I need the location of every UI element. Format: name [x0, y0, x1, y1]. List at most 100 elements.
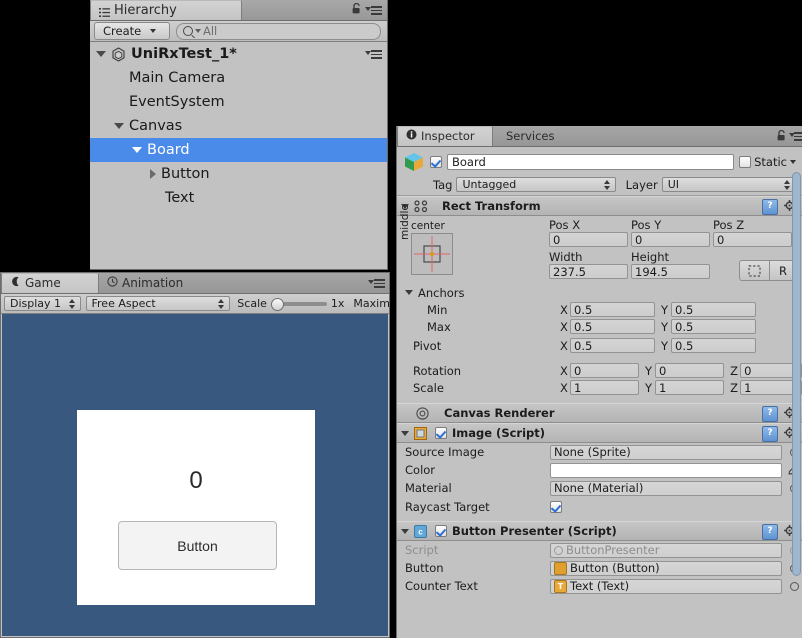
- object-name-field[interactable]: Board: [447, 154, 735, 170]
- hierarchy-tree: UniRxTest_1* Main Camera EventSystem Canvas…: [90, 42, 387, 210]
- material-field[interactable]: None (Material): [550, 480, 782, 496]
- scale-slider-group[interactable]: Scale 1x: [237, 297, 344, 311]
- pivot-y-value: 0.5: [675, 338, 694, 353]
- foldout-triangle-down-icon[interactable]: [114, 123, 124, 129]
- tab-animation[interactable]: Animation: [99, 273, 214, 293]
- static-toggle-group[interactable]: Static: [739, 155, 796, 169]
- pos-x-label: Pos X: [549, 218, 581, 232]
- lock-icon[interactable]: [352, 2, 361, 14]
- static-checkbox[interactable]: [739, 156, 752, 168]
- info-icon: [406, 127, 417, 146]
- game-menu-icon[interactable]: [368, 279, 385, 288]
- width-value: 237.5: [553, 264, 586, 279]
- anchor-max-x-input[interactable]: 0.5: [570, 319, 655, 334]
- hierarchy-item-label: EventSystem: [129, 94, 225, 110]
- inspector-menu-icon[interactable]: [789, 132, 802, 141]
- gameobject-cube-icon: [403, 151, 425, 173]
- layer-dropdown[interactable]: UI: [661, 177, 796, 192]
- hierarchy-item-board[interactable]: Board: [90, 138, 387, 162]
- counter-text: 0: [189, 467, 203, 494]
- anchors-foldout[interactable]: Anchors: [397, 284, 802, 301]
- height-input[interactable]: 194.5: [631, 264, 710, 279]
- pivot-y-input[interactable]: 0.5: [671, 338, 756, 353]
- hierarchy-item-unirxtest-1-[interactable]: UniRxTest_1*: [90, 42, 387, 66]
- source-image-field[interactable]: None (Sprite): [550, 444, 782, 460]
- rotation-y-input[interactable]: 0: [655, 363, 725, 378]
- help-icon[interactable]: ?: [762, 524, 778, 540]
- tab-hierarchy[interactable]: Hierarchy: [90, 0, 242, 20]
- foldout-triangle-down-icon[interactable]: [132, 147, 142, 153]
- maximize-on-play-button[interactable]: Maximi: [353, 297, 389, 310]
- chevron-down-icon[interactable]: [790, 160, 796, 164]
- button-ref-field[interactable]: Button (Button): [550, 560, 782, 576]
- tag-dropdown[interactable]: Untagged: [456, 177, 616, 192]
- tab-game[interactable]: Game: [1, 273, 99, 293]
- help-icon[interactable]: ?: [762, 199, 778, 215]
- rotation-y-value: 0: [659, 363, 667, 378]
- component-header-image-script[interactable]: Image (Script) ?: [397, 423, 802, 443]
- search-input[interactable]: All: [176, 22, 381, 40]
- width-input[interactable]: 237.5: [549, 264, 628, 279]
- scene-context-menu-icon[interactable]: [365, 50, 382, 59]
- script-row: Script ButtonPresenter: [397, 541, 802, 559]
- button-presenter-enabled-checkbox[interactable]: [435, 525, 447, 537]
- component-title: Button Presenter (Script): [452, 524, 617, 538]
- scale-slider-knob[interactable]: [270, 297, 284, 311]
- search-filter-chevron-icon[interactable]: [195, 29, 201, 33]
- foldout-triangle-icon[interactable]: [405, 290, 413, 295]
- anchor-min-x-input[interactable]: 0.5: [570, 302, 655, 317]
- hierarchy-item-button[interactable]: Button: [90, 162, 387, 186]
- scale-y-input[interactable]: 1: [655, 380, 725, 395]
- color-swatch-field[interactable]: [550, 462, 782, 478]
- game-view[interactable]: 0 Button: [2, 314, 388, 636]
- anchor-max-y-input[interactable]: 0.5: [671, 319, 756, 334]
- scale-x-input[interactable]: 1: [570, 380, 640, 395]
- anchor-preset-vertical-label: middle: [399, 204, 411, 240]
- hierarchy-item-canvas[interactable]: Canvas: [90, 114, 387, 138]
- hierarchy-item-text[interactable]: Text: [90, 186, 387, 210]
- pivot-x-input[interactable]: 0.5: [570, 338, 655, 353]
- object-active-checkbox[interactable]: [430, 156, 442, 168]
- tab-services[interactable]: Services: [493, 126, 581, 146]
- tab-hierarchy-label: Hierarchy: [114, 3, 177, 18]
- foldout-triangle-right-icon[interactable]: [150, 169, 156, 179]
- create-button[interactable]: Create: [94, 22, 170, 40]
- inspector-scrollbar-thumb[interactable]: [792, 172, 801, 576]
- component-header-button-presenter[interactable]: c Button Presenter (Script) ?: [397, 521, 802, 541]
- foldout-triangle-icon[interactable]: [401, 528, 409, 534]
- scale-slider[interactable]: [270, 297, 327, 311]
- anchor-min-y-input[interactable]: 0.5: [671, 302, 756, 317]
- tab-inspector[interactable]: Inspector: [397, 126, 493, 146]
- component-header-canvas-renderer[interactable]: Canvas Renderer ?: [397, 403, 802, 423]
- hierarchy-menu-icon[interactable]: [365, 6, 382, 15]
- cs-script-icon: c: [414, 524, 427, 538]
- component-header-rect-transform[interactable]: Rect Transform ?: [397, 196, 802, 216]
- display-dropdown-label: Display 1: [10, 297, 62, 310]
- inspector-tabbar: Inspector Services: [397, 126, 802, 147]
- help-icon[interactable]: ?: [762, 406, 778, 422]
- hierarchy-item-main-camera[interactable]: Main Camera: [90, 66, 387, 90]
- pos-x-input[interactable]: 0: [549, 232, 628, 247]
- source-image-label: Source Image: [405, 445, 485, 459]
- inspector-scrollbar[interactable]: [792, 172, 801, 602]
- search-icon: [183, 26, 193, 36]
- pos-z-input[interactable]: 0: [713, 232, 792, 247]
- lock-icon[interactable]: [777, 129, 786, 141]
- foldout-triangle-down-icon[interactable]: [96, 51, 106, 57]
- pos-y-input[interactable]: 0: [631, 232, 710, 247]
- ui-button[interactable]: Button: [118, 521, 277, 570]
- blueprint-raw-toggle-group[interactable]: R: [739, 260, 797, 281]
- foldout-triangle-icon[interactable]: [401, 430, 409, 436]
- image-enabled-checkbox[interactable]: [435, 427, 447, 439]
- anchor-preset-widget[interactable]: [411, 233, 453, 275]
- help-icon[interactable]: ?: [762, 426, 778, 442]
- aspect-dropdown[interactable]: Free Aspect: [85, 296, 231, 311]
- counter-text-ref-field[interactable]: T Text (Text): [550, 578, 782, 594]
- rotation-x-input[interactable]: 0: [570, 363, 640, 378]
- blueprint-mode-button[interactable]: [739, 260, 770, 281]
- scale-row: Scale X 1 Y 1 Z 1: [397, 379, 802, 396]
- display-dropdown[interactable]: Display 1: [4, 296, 81, 311]
- hierarchy-item-eventsystem[interactable]: EventSystem: [90, 90, 387, 114]
- hierarchy-item-label: Button: [161, 166, 210, 182]
- raycast-target-checkbox[interactable]: [550, 501, 562, 513]
